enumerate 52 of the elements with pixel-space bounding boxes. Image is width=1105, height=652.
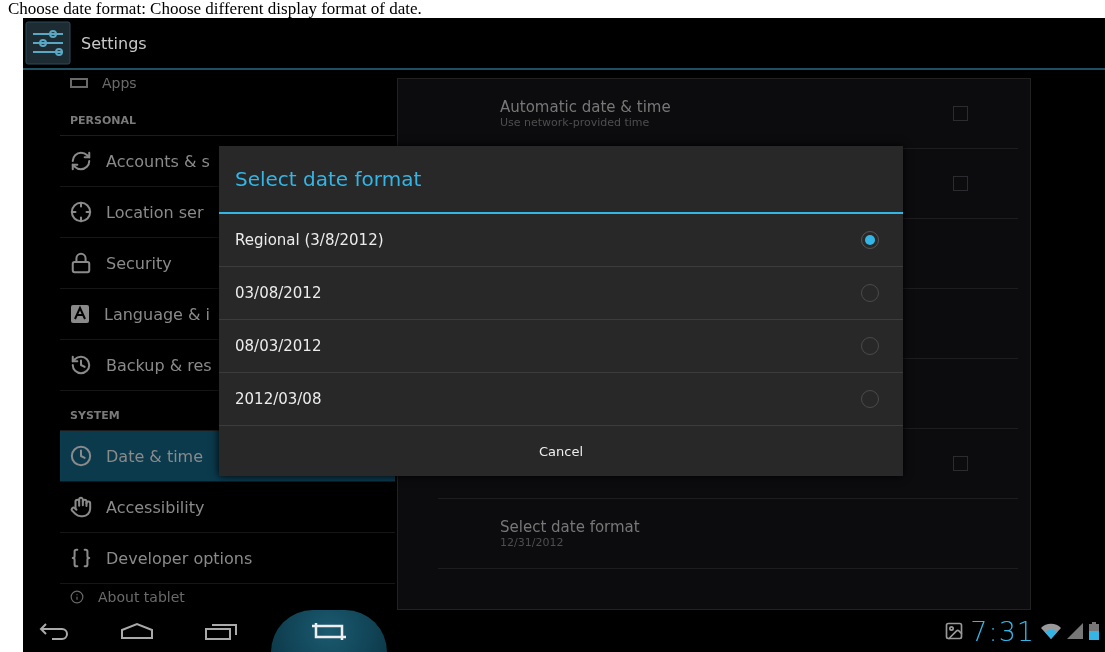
option-label: 03/08/2012	[235, 284, 322, 302]
recent-apps-icon[interactable]	[204, 621, 238, 641]
back-icon[interactable]	[38, 622, 68, 640]
item-label: Language & i	[104, 304, 211, 324]
item-label: About tablet	[98, 589, 185, 605]
braces-icon	[70, 547, 92, 569]
location-icon	[70, 201, 92, 223]
section-header: PERSONAL	[60, 96, 395, 136]
option-label: 08/03/2012	[235, 337, 322, 355]
settings-list-item[interactable]: Apps	[60, 70, 395, 96]
item-label: Date & time	[106, 446, 204, 466]
app-title: Settings	[81, 33, 147, 53]
settings-list-item[interactable]: About tablet	[60, 584, 395, 610]
clock-icon	[70, 445, 92, 467]
settings-sliders-icon	[25, 21, 71, 65]
date-format-option[interactable]: 08/03/2012	[219, 320, 903, 373]
battery-icon	[1089, 622, 1099, 640]
item-label: Developer options	[106, 548, 253, 568]
dialog-title: Select date format	[219, 146, 903, 214]
date-format-option[interactable]: 2012/03/08	[219, 373, 903, 426]
history-icon	[70, 354, 92, 376]
wifi-icon	[1041, 623, 1061, 639]
apps-icon	[70, 78, 88, 88]
settings-list-item[interactable]: Developer options	[60, 533, 395, 584]
item-label: Accessibility	[106, 497, 205, 517]
option-label: 2012/03/08	[235, 390, 322, 408]
clock-time: 7:31	[970, 615, 1035, 647]
letter-a-icon	[70, 304, 90, 324]
home-icon[interactable]	[120, 622, 154, 640]
setting-title: Automatic date & time	[500, 98, 672, 116]
caption-text: Choose date format: Choose different display format of date.	[7, 0, 423, 18]
image-icon	[944, 621, 965, 641]
settings-list-item[interactable]: Accessibility	[60, 482, 395, 533]
setting-summary: 12/31/2012	[500, 536, 565, 549]
checkbox[interactable]	[953, 456, 968, 471]
signal-icon	[1067, 623, 1083, 639]
setting-summary: Use network-provided time	[500, 116, 651, 129]
setting-title: Select date format	[500, 518, 641, 536]
hand-icon	[70, 496, 92, 518]
crop-icon	[310, 621, 348, 641]
item-label: Security	[106, 253, 172, 273]
date-format-option[interactable]: Regional (3/8/2012)	[219, 214, 903, 267]
item-label: Location ser	[106, 202, 204, 222]
item-label: Accounts & s	[106, 151, 210, 171]
checkbox[interactable]	[953, 106, 968, 121]
checkbox[interactable]	[953, 176, 968, 191]
item-label: Backup & res	[106, 355, 212, 375]
lock-icon	[70, 252, 92, 274]
info-icon	[70, 590, 84, 604]
item-label: Apps	[102, 75, 137, 91]
date-format-option[interactable]: 03/08/2012	[219, 267, 903, 320]
sync-icon	[70, 150, 92, 172]
